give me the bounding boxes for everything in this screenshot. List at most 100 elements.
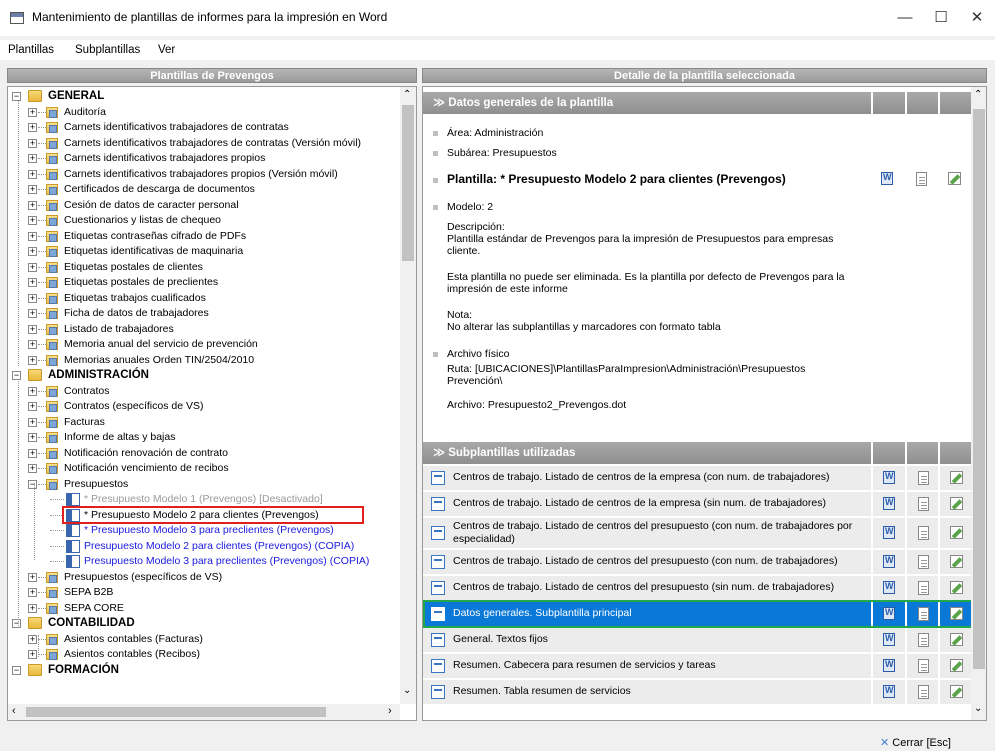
subtemplate-row[interactable]: Centros de trabajo. Listado de centros d… xyxy=(423,492,971,518)
tree-folder-item[interactable]: + SEPA CORE xyxy=(8,601,398,616)
menu-ver[interactable]: Ver xyxy=(158,44,175,56)
expand-toggle[interactable]: + xyxy=(28,154,37,163)
tree-group[interactable]: − ADMINISTRACIÓN xyxy=(8,368,398,383)
subtemplate-row[interactable]: Centros de trabajo. Listado de centros d… xyxy=(423,466,971,492)
open-word-button[interactable] xyxy=(871,518,905,548)
general-section-header[interactable]: ≫ Datos generales de la plantilla xyxy=(423,92,871,114)
subtemplate-row[interactable]: Centros de trabajo. Listado de centros d… xyxy=(423,550,971,576)
expand-toggle[interactable]: + xyxy=(28,232,37,241)
expand-toggle[interactable]: + xyxy=(28,433,37,442)
menu-subplantillas[interactable]: Subplantillas xyxy=(75,44,140,56)
tree-folder-item[interactable]: + Informe de altas y bajas xyxy=(8,430,398,445)
tree-group[interactable]: − CONTABILIDAD xyxy=(8,616,398,631)
open-word-button[interactable] xyxy=(871,492,905,516)
expand-toggle[interactable]: + xyxy=(28,387,37,396)
tree-folder-item[interactable]: + Memoria anual del servicio de prevenció… xyxy=(8,337,398,352)
tree-template-item[interactable]: * Presupuesto Modelo 1 (Prevengos) [Desa… xyxy=(8,492,398,507)
open-word-button[interactable] xyxy=(871,576,905,600)
tree-folder-item[interactable]: + Etiquetas identificativas de maquinaria xyxy=(8,244,398,259)
tree-folder-item[interactable]: + Etiquetas postales de preclientes xyxy=(8,275,398,290)
expand-toggle[interactable]: + xyxy=(28,402,37,411)
tree-group[interactable]: − GENERAL xyxy=(8,89,398,104)
tree-folder-item[interactable]: − Presupuestos xyxy=(8,477,398,492)
scroll-up-icon[interactable]: ⌃ xyxy=(974,89,982,100)
subtemplate-row[interactable]: Resumen. Tabla resumen de servicios xyxy=(423,680,971,706)
tree-folder-item[interactable]: + Certificados de descarga de documentos xyxy=(8,182,398,197)
tree-folder-item[interactable]: + Facturas xyxy=(8,415,398,430)
expand-toggle[interactable]: + xyxy=(28,588,37,597)
sub-section-header[interactable]: ≫ Subplantillas utilizadas xyxy=(423,442,871,464)
open-word-button[interactable] xyxy=(871,680,905,704)
collapse-icon[interactable]: ≫ xyxy=(433,97,448,109)
open-word-button[interactable] xyxy=(871,466,905,490)
collapse-toggle[interactable]: − xyxy=(12,92,21,101)
detail-scroll-thumb[interactable] xyxy=(973,109,985,669)
tree-scrollbar-horizontal[interactable]: ‹ › xyxy=(8,704,400,720)
expand-toggle[interactable]: + xyxy=(28,108,37,117)
tree-template-item[interactable]: Presupuesto Modelo 3 para preclientes (P… xyxy=(8,554,398,569)
collapse-toggle[interactable]: − xyxy=(12,371,21,380)
subtemplate-row[interactable]: Centros de trabajo. Listado de centros d… xyxy=(423,518,971,550)
tree-folder-item[interactable]: + Notificación renovación de contrato xyxy=(8,446,398,461)
edit-template-button[interactable] xyxy=(938,576,971,600)
tree-folder-item[interactable]: + Listado de trabajadores xyxy=(8,322,398,337)
subtemplate-cell[interactable]: Centros de trabajo. Listado de centros d… xyxy=(423,550,871,574)
expand-toggle[interactable]: + xyxy=(28,635,37,644)
expand-toggle[interactable]: + xyxy=(28,573,37,582)
tree-folder-item[interactable]: + Cesión de datos de caracter personal xyxy=(8,198,398,213)
tree-folder-item[interactable]: + Presupuestos (específicos de VS) xyxy=(8,570,398,585)
tree-folder-item[interactable]: + Memorias anuales Orden TIN/2504/2010 xyxy=(8,353,398,368)
subtemplate-cell[interactable]: Resumen. Cabecera para resumen de servic… xyxy=(423,654,871,678)
expand-toggle[interactable]: + xyxy=(28,418,37,427)
view-document-button[interactable] xyxy=(905,466,938,490)
tree-folder-item[interactable]: + Etiquetas postales de clientes xyxy=(8,260,398,275)
tree-folder-item[interactable]: + Auditoría xyxy=(8,105,398,120)
expand-toggle[interactable]: + xyxy=(28,170,37,179)
view-document-button[interactable] xyxy=(905,550,938,574)
tree-template-item[interactable]: Presupuesto Modelo 2 para clientes (Prev… xyxy=(8,539,398,554)
expand-toggle[interactable]: + xyxy=(28,650,37,659)
tree-folder-item[interactable]: + Carnets identificativos trabajadores pr… xyxy=(8,151,398,166)
tree-hscroll-thumb[interactable] xyxy=(26,707,326,717)
tree-scrollbar-vertical[interactable]: ⌃ ⌄ xyxy=(400,87,416,704)
tree-folder-item[interactable]: + SEPA B2B xyxy=(8,585,398,600)
edit-template-button[interactable] xyxy=(938,680,971,704)
tree-template-item[interactable]: * Presupuesto Modelo 3 para preclientes … xyxy=(8,523,398,538)
edit-template-button[interactable] xyxy=(938,492,971,516)
expand-toggle[interactable]: + xyxy=(28,356,37,365)
tree-folder-item[interactable]: + Etiquetas trabajos cualificados xyxy=(8,291,398,306)
open-word-button[interactable] xyxy=(871,550,905,574)
expand-toggle[interactable]: + xyxy=(28,247,37,256)
tree-folder-item[interactable]: + Carnets identificativos trabajadores pr… xyxy=(8,167,398,182)
edit-template-button[interactable] xyxy=(938,628,971,652)
collapse-toggle[interactable]: − xyxy=(12,619,21,628)
tree-scroll-thumb[interactable] xyxy=(402,105,414,261)
edit-template-button[interactable] xyxy=(938,518,971,548)
expand-toggle[interactable]: + xyxy=(28,278,37,287)
menu-plantillas[interactable]: Plantillas xyxy=(8,44,54,56)
scroll-up-icon[interactable]: ⌃ xyxy=(403,89,411,100)
view-document-button[interactable] xyxy=(905,680,938,704)
collapse-icon[interactable]: ≫ xyxy=(433,447,448,459)
subtemplate-row[interactable]: Resumen. Cabecera para resumen de servic… xyxy=(423,654,971,680)
tree-folder-item[interactable]: + Contratos (específicos de VS) xyxy=(8,399,398,414)
expand-toggle[interactable]: + xyxy=(28,294,37,303)
subtemplate-cell[interactable]: Centros de trabajo. Listado de centros d… xyxy=(423,518,871,548)
subtemplate-cell[interactable]: General. Textos fijos xyxy=(423,628,871,652)
subtemplate-cell[interactable]: Resumen. Tabla resumen de servicios xyxy=(423,680,871,704)
collapse-toggle[interactable]: − xyxy=(28,480,37,489)
edit-template-button[interactable] xyxy=(938,466,971,490)
view-document-button[interactable] xyxy=(905,576,938,600)
expand-toggle[interactable]: + xyxy=(28,185,37,194)
tree-folder-item[interactable]: + Carnets identificativos trabajadores de… xyxy=(8,136,398,151)
subtemplate-cell[interactable]: Centros de trabajo. Listado de centros d… xyxy=(423,466,871,490)
subtemplate-row[interactable]: Centros de trabajo. Listado de centros d… xyxy=(423,576,971,602)
view-document-button[interactable] xyxy=(905,654,938,678)
view-document-button[interactable] xyxy=(905,167,938,191)
tree-folder-item[interactable]: + Contratos xyxy=(8,384,398,399)
view-document-button[interactable] xyxy=(905,492,938,516)
open-word-button[interactable] xyxy=(871,167,905,191)
tree-group[interactable]: − FORMACIÓN xyxy=(8,663,398,678)
maximize-button[interactable]: ☐ xyxy=(926,6,956,30)
subtemplate-cell[interactable]: Centros de trabajo. Listado de centros d… xyxy=(423,492,871,516)
